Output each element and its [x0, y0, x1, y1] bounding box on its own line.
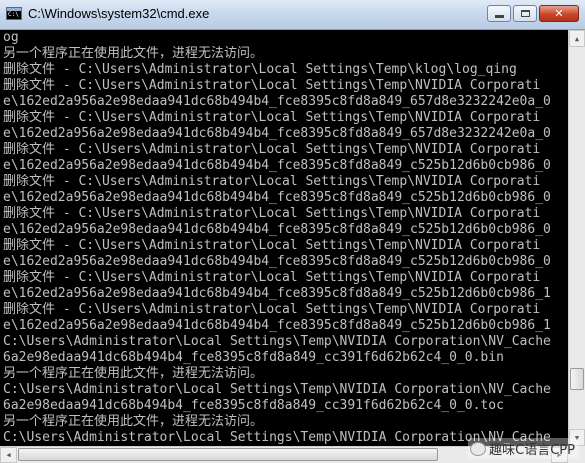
console-line: 删除文件 - C:\Users\Administrator\Local Sett…	[3, 110, 541, 125]
maximize-button[interactable]	[513, 5, 537, 22]
horizontal-scroll-thumb[interactable]	[18, 448, 438, 461]
console-line: e\162ed2a956a2e98edaa941dc68b494b4_fce83…	[3, 94, 551, 109]
scroll-left-button[interactable]: ◀	[0, 447, 17, 463]
console-line: 6a2e98edaa941dc68b494b4_fce8395c8fd8a849…	[3, 398, 504, 413]
window-controls: ✕	[485, 5, 579, 22]
watermark: 趣味C语言CPP	[468, 438, 579, 459]
minimize-icon	[494, 15, 504, 18]
console-line: e\162ed2a956a2e98edaa941dc68b494b4_fce83…	[3, 286, 551, 301]
console-line: 删除文件 - C:\Users\Administrator\Local Sett…	[3, 174, 541, 189]
watermark-text: 趣味C语言CPP	[489, 443, 575, 458]
console-line: 删除文件 - C:\Users\Administrator\Local Sett…	[3, 142, 541, 157]
console-line: e\162ed2a956a2e98edaa941dc68b494b4_fce83…	[3, 222, 551, 237]
console-line: C:\Users\Administrator\Local Settings\Te…	[3, 382, 551, 397]
title-bar[interactable]: C:\Windows\system32\cmd.exe ✕	[0, 0, 585, 30]
close-button[interactable]: ✕	[539, 5, 579, 22]
console-line: 另一个程序正在使用此文件，进程无法访问。	[3, 414, 264, 429]
cmd-app-icon[interactable]	[6, 7, 22, 20]
console-line: 另一个程序正在使用此文件，进程无法访问。	[3, 46, 264, 61]
cmd-window: C:\Windows\system32\cmd.exe ✕ og另一个程序正在使…	[0, 0, 585, 463]
console-line: 删除文件 - C:\Users\Administrator\Local Sett…	[3, 302, 541, 317]
console-line: 删除文件 - C:\Users\Administrator\Local Sett…	[3, 238, 541, 253]
console-line: e\162ed2a956a2e98edaa941dc68b494b4_fce83…	[3, 254, 551, 269]
console-line: 6a2e98edaa941dc68b494b4_fce8395c8fd8a849…	[3, 350, 504, 365]
console-line: 删除文件 - C:\Users\Administrator\Local Sett…	[3, 206, 541, 221]
window-title: C:\Windows\system32\cmd.exe	[28, 6, 210, 21]
minimize-button[interactable]	[487, 5, 511, 22]
arrow-left-icon: ◀	[6, 451, 11, 459]
console-line: og	[3, 30, 19, 45]
vertical-scrollbar[interactable]: ▲ ▼	[568, 30, 585, 446]
vertical-scroll-thumb[interactable]	[570, 368, 584, 390]
console-line: 另一个程序正在使用此文件，进程无法访问。	[3, 366, 264, 381]
console-line: 删除文件 - C:\Users\Administrator\Local Sett…	[3, 62, 517, 77]
arrow-up-icon: ▲	[574, 34, 580, 43]
wechat-icon	[470, 441, 487, 456]
console-line: 删除文件 - C:\Users\Administrator\Local Sett…	[3, 78, 541, 93]
maximize-icon	[520, 10, 530, 17]
console-line: e\162ed2a956a2e98edaa941dc68b494b4_fce83…	[3, 190, 551, 205]
scroll-up-button[interactable]: ▲	[569, 30, 585, 47]
console-line: 删除文件 - C:\Users\Administrator\Local Sett…	[3, 270, 541, 285]
console-line: e\162ed2a956a2e98edaa941dc68b494b4_fce83…	[3, 158, 551, 173]
console-output[interactable]: og 另一个程序正在使用此文件，进程无法访问。 删除文件 - C:\Users\Ad…	[0, 30, 568, 446]
console-line: C:\Users\Administrator\Local Settings\Te…	[3, 334, 551, 349]
console-line: e\162ed2a956a2e98edaa941dc68b494b4_fce83…	[3, 126, 551, 141]
close-icon: ✕	[554, 7, 564, 20]
console-line: e\162ed2a956a2e98edaa941dc68b494b4_fce83…	[3, 318, 551, 333]
